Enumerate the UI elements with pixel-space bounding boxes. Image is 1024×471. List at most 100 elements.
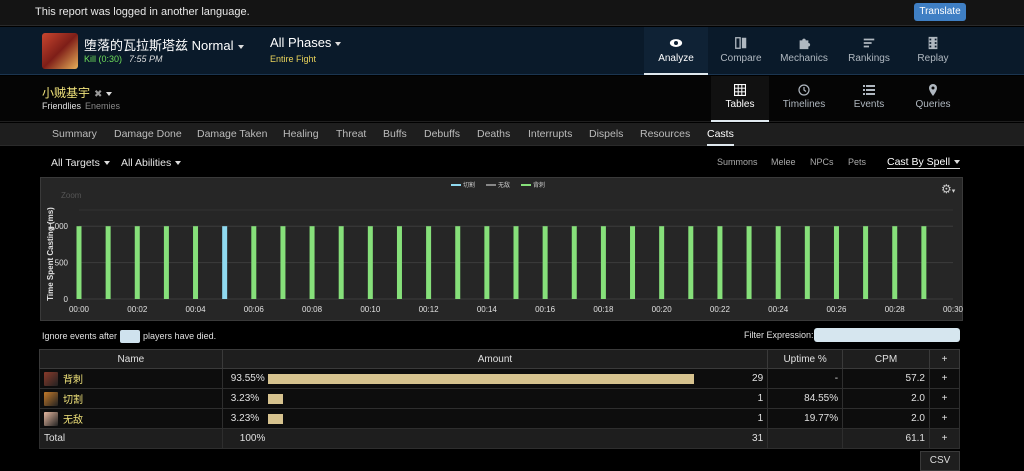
x-tick-label: 00:12 <box>419 305 440 314</box>
grid-icon <box>734 84 746 96</box>
col-amount[interactable]: Amount <box>221 349 769 369</box>
view-timelines[interactable]: Timelines <box>775 76 833 122</box>
tab-buffs[interactable]: Buffs <box>383 123 407 146</box>
view-queries[interactable]: Queries <box>904 76 962 122</box>
tab-interrupts[interactable]: Interrupts <box>528 123 572 146</box>
abilities-label: All Abilities <box>121 157 172 169</box>
view-events[interactable]: Events <box>840 76 898 122</box>
subview-melee[interactable]: Melee <box>771 157 796 167</box>
chart-bar <box>426 226 432 299</box>
amount-cell: 3.23% 1 <box>221 388 769 409</box>
boss-name: 堕落的瓦拉斯塔兹 Normal <box>84 38 234 53</box>
targets-dropdown[interactable]: All Targets <box>51 157 110 169</box>
csv-button[interactable]: CSV <box>920 451 960 471</box>
abilities-dropdown[interactable]: All Abilities <box>121 157 182 169</box>
translate-button[interactable]: Translate <box>914 3 966 21</box>
tab-summary[interactable]: Summary <box>52 123 97 146</box>
chart-bar <box>193 226 199 299</box>
col-add[interactable]: + <box>929 349 960 369</box>
chart-bar <box>484 226 490 299</box>
ignore-events-row: Ignore events after players have died. <box>42 330 216 343</box>
subview-pets[interactable]: Pets <box>848 157 866 167</box>
x-tick-label: 00:02 <box>127 305 148 314</box>
chart-bar <box>367 226 373 299</box>
tab-dispels[interactable]: Dispels <box>589 123 623 146</box>
x-tick-label: 00:10 <box>360 305 381 314</box>
chevron-down-icon <box>103 161 110 166</box>
tab-debuffs[interactable]: Debuffs <box>424 123 460 146</box>
view-tables[interactable]: Tables <box>711 76 769 122</box>
col-name[interactable]: Name <box>39 349 223 369</box>
targets-label: All Targets <box>51 157 100 169</box>
cast-by-dropdown[interactable]: Cast By Spell <box>887 156 961 169</box>
casts-table: Name Amount Uptime % CPM + 背刺 93.55% 29-57… <box>39 349 960 449</box>
ignore-label-after: players have died. <box>143 330 217 341</box>
table-row[interactable]: 背刺 93.55% 29-57.2 + <box>39 368 960 389</box>
table-row[interactable]: 无敌 3.23% 1 19.77% 2.0 + <box>39 408 960 429</box>
tab-damage-done[interactable]: Damage Done <box>114 123 182 146</box>
col-cpm[interactable]: CPM <box>842 349 930 369</box>
amount-percent: 93.55% <box>230 373 265 384</box>
spell-name: 背刺 <box>63 375 83 386</box>
x-tick-label: 00:16 <box>535 305 556 314</box>
ignore-label-before: Ignore events after <box>42 330 118 341</box>
filter-expression-input[interactable] <box>814 328 960 342</box>
chart-bar <box>804 226 810 299</box>
chart-bar <box>396 226 402 299</box>
backstab-icon <box>44 371 58 386</box>
uptime-cell: 19.77% <box>767 408 844 429</box>
subview-summons[interactable]: Summons <box>717 157 758 167</box>
rankings-icon <box>863 38 875 48</box>
chart-bar <box>833 226 839 299</box>
expand-button[interactable]: + <box>929 408 960 429</box>
spell-name-cell[interactable]: 无敌 <box>39 408 223 429</box>
x-tick-label: 00:26 <box>826 305 847 314</box>
friendly-enemy-toggle: Friendlies Enemies <box>42 101 120 111</box>
nav-compare[interactable]: Compare <box>709 27 773 75</box>
spell-name-cell[interactable]: 切割 <box>39 388 223 409</box>
death-count-input[interactable] <box>120 330 141 343</box>
chart-bar <box>513 226 519 299</box>
kill-label: Kill (0:30) <box>84 54 123 64</box>
tab-casts[interactable]: Casts <box>707 123 734 146</box>
spell-name-cell[interactable]: 背刺 <box>39 368 223 389</box>
chart-bar <box>309 226 315 299</box>
chart-bar <box>251 226 257 299</box>
gear-icon[interactable]: ⚙▾ <box>941 182 955 196</box>
filter-expression-label: Filter Expression: <box>744 330 814 340</box>
friendlies-link[interactable]: Friendlies <box>42 101 81 111</box>
expand-button[interactable]: + <box>929 428 960 449</box>
nav-mechanics[interactable]: Mechanics <box>772 27 836 75</box>
nav-replay[interactable]: Replay <box>901 27 965 75</box>
total-amount-cell: 100% 31 <box>221 428 769 449</box>
tab-damage-taken[interactable]: Damage Taken <box>197 123 267 146</box>
view-label: Tables <box>725 99 755 110</box>
nav-rankings[interactable]: Rankings <box>837 27 901 75</box>
expand-button[interactable]: + <box>929 388 960 409</box>
compare-icon <box>735 37 747 49</box>
nav-label: Rankings <box>848 53 890 64</box>
total-cpm: 61.1 <box>842 428 930 449</box>
uptime-cell: - <box>767 368 844 389</box>
boss-selector[interactable]: 堕落的瓦拉斯塔兹 Normal <box>84 35 244 54</box>
subview-npcs[interactable]: NPCs <box>810 157 834 167</box>
nav-analyze[interactable]: Analyze <box>644 27 708 75</box>
chart-bar <box>134 226 140 299</box>
chart-bar <box>717 226 723 299</box>
col-uptime[interactable]: Uptime % <box>767 349 844 369</box>
enemies-link[interactable]: Enemies <box>85 101 120 111</box>
eye-icon <box>669 39 683 47</box>
table-row[interactable]: 切割 3.23% 1 84.55% 2.0 + <box>39 388 960 409</box>
player-selector[interactable]: 小贼基宇 ✖ <box>42 84 113 101</box>
total-count: 31 <box>752 433 764 444</box>
close-icon[interactable]: ✖ <box>94 89 102 100</box>
phase-name: All Phases <box>270 35 332 50</box>
tab-resources[interactable]: Resources <box>640 123 690 146</box>
tab-threat[interactable]: Threat <box>336 123 366 146</box>
expand-button[interactable]: + <box>929 368 960 389</box>
tab-deaths[interactable]: Deaths <box>477 123 510 146</box>
x-tick-label: 00:06 <box>244 305 265 314</box>
phase-selector[interactable]: All Phases <box>270 35 342 50</box>
x-tick-label: 00:28 <box>885 305 906 314</box>
tab-healing[interactable]: Healing <box>283 123 319 146</box>
